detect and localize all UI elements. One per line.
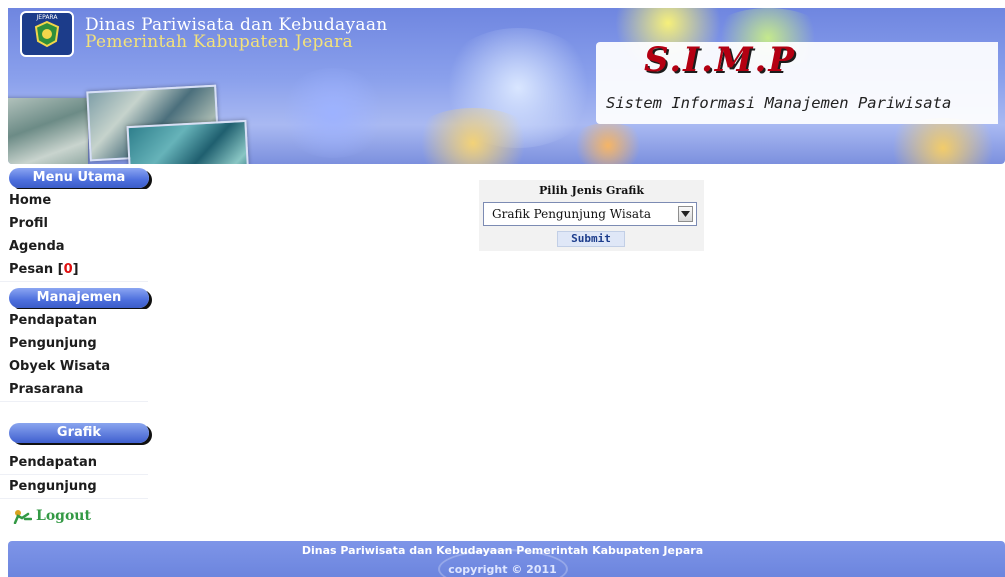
sidebar-item-grafik-pendapatan[interactable]: Pendapatan [0,451,148,475]
footer: Dinas Pariwisata dan Kebudayaan Pemerint… [8,541,1005,577]
header-photo [126,119,250,164]
sidebar: Menu Utama Home Profil Agenda Pesan [0] … [0,164,149,537]
footer-agency-text: Dinas Pariwisata dan Kebudayaan Pemerint… [301,544,704,557]
sidebar-item-pengunjung[interactable]: Pengunjung [0,332,148,356]
app-title-box: S.I.M.P Sistem Informasi Manajemen Pariw… [596,40,998,124]
logout-icon [13,510,32,524]
decor-flower [568,123,648,164]
sidebar-item-grafik-pengunjung[interactable]: Pengunjung [0,475,148,499]
pesan-label: Pesan [ [9,262,64,277]
header-photo [8,98,88,164]
section-header-manajemen: Manajemen [9,288,149,308]
sidebar-item-pesan[interactable]: Pesan [0] [0,258,148,282]
logo-label: JEPARA [36,14,58,21]
regency-logo: JEPARA [20,11,74,57]
chart-type-form: Pilih Jenis Grafik Grafik Pengunjung Wis… [479,180,704,251]
sidebar-item-obyek-wisata[interactable]: Obyek Wisata [0,355,148,379]
chart-type-selected-value: Grafik Pengunjung Wisata [492,207,651,221]
sidebar-item-profil[interactable]: Profil [0,212,148,236]
emblem-icon [34,20,60,48]
logout-label: Logout [36,508,91,524]
decor-flower [878,118,1005,164]
pesan-label-close: ] [72,262,79,277]
decor-flower [278,68,388,158]
app-subtitle: Sistem Informasi Manajemen Pariwisata [606,94,952,112]
logout-link[interactable]: Logout [12,504,91,528]
header-banner: JEPARA Dinas Pariwisata dan Kebudayaan P… [8,8,1005,164]
form-title: Pilih Jenis Grafik [539,184,644,197]
agency-name: Dinas Pariwisata dan Kebudayaan Pemerint… [85,17,388,51]
footer-copyright: copyright © 2011 [448,563,557,576]
sidebar-item-home[interactable]: Home [0,189,148,213]
section-header-grafik: Grafik [9,423,149,443]
agency-line-2: Pemerintah Kabupaten Jepara [85,32,353,52]
submit-button[interactable]: Submit [557,231,625,247]
chart-type-select[interactable]: Grafik Pengunjung Wisata [483,202,697,226]
sidebar-item-prasarana[interactable]: Prasarana [0,378,148,402]
chevron-down-icon[interactable] [678,206,693,222]
sidebar-item-pendapatan[interactable]: Pendapatan [0,309,148,333]
sidebar-item-agenda[interactable]: Agenda [0,235,148,259]
section-header-main-menu: Menu Utama [9,168,149,188]
app-name: S.I.M.P [644,40,796,80]
message-count-badge: 0 [63,262,73,277]
